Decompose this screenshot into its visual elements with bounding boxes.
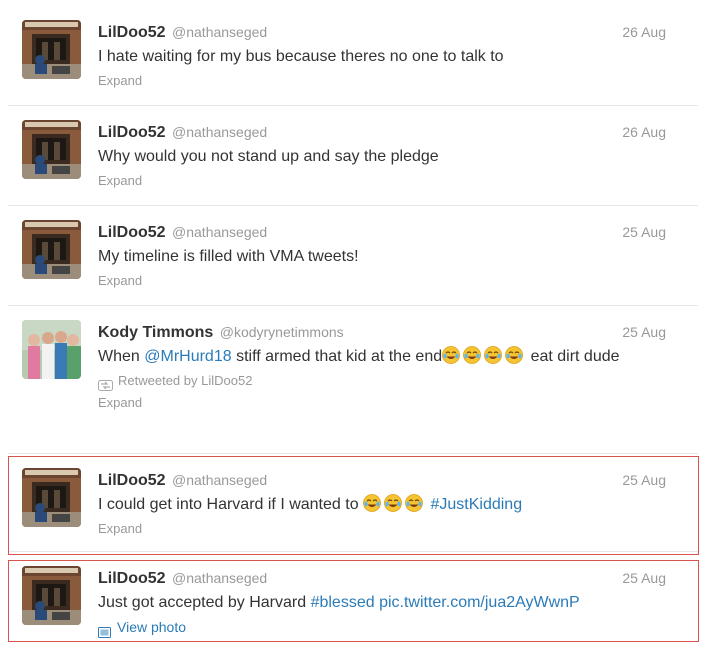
laughing-crying-emoji-icon — [505, 346, 524, 364]
tweet-fullname[interactable]: LilDoo52 — [98, 570, 166, 587]
tweet-text-part: When — [98, 348, 145, 365]
tweet-username[interactable]: @kodyrynetimmons — [220, 324, 344, 340]
laughing-crying-emoji-icon — [405, 494, 424, 512]
tweet-fullname[interactable]: LilDoo52 — [98, 472, 166, 489]
tweet-timestamp[interactable]: 25 Aug — [622, 566, 666, 590]
tweet-username[interactable]: @nathanseged — [172, 472, 267, 488]
tweet[interactable]: LilDoo52 @nathanseged 25 Aug I could get… — [8, 454, 698, 552]
tweet-text: Why would you not stand up and say the p… — [98, 148, 439, 165]
tweet-text-part: Just got accepted by Harvard — [98, 594, 311, 611]
expand-link[interactable]: Expand — [98, 518, 666, 540]
tweet-username[interactable]: @nathanseged — [172, 224, 267, 240]
avatar-image — [22, 566, 81, 625]
tweet-fullname[interactable]: LilDoo52 — [98, 224, 166, 241]
tweet-text: I hate waiting for my bus because theres… — [98, 48, 504, 65]
laughing-crying-emoji-icon — [463, 346, 482, 364]
avatar-image — [22, 120, 81, 179]
avatar-image — [22, 320, 81, 379]
avatar[interactable] — [22, 120, 81, 179]
tweet-timestamp[interactable]: 25 Aug — [622, 220, 666, 244]
avatar[interactable] — [22, 220, 81, 279]
expand-link[interactable]: Expand — [98, 392, 666, 414]
photo-icon — [98, 622, 111, 638]
retweet-context[interactable]: Retweeted by LilDoo52 — [98, 370, 666, 392]
view-photo-link[interactable]: View photo — [98, 616, 666, 638]
tweet-text: Just got accepted by Harvard #blessed pi… — [98, 591, 673, 614]
tweet-text-part: I could get into Harvard if I wanted to — [98, 496, 364, 513]
tweet-username[interactable]: @nathanseged — [172, 570, 267, 586]
view-photo-label: View photo — [117, 619, 187, 635]
expand-link[interactable]: Expand — [98, 170, 666, 192]
avatar[interactable] — [22, 20, 81, 79]
tweet-text-part: stiff armed that kid at the end — [231, 348, 443, 365]
laughing-crying-emoji-icon — [384, 494, 403, 512]
avatar[interactable] — [22, 468, 81, 527]
tweet-username[interactable]: @nathanseged — [172, 24, 267, 40]
hashtag-link[interactable]: #blessed — [311, 594, 375, 611]
retweeted-by-label: Retweeted by LilDoo52 — [118, 373, 253, 388]
tweet[interactable]: LilDoo52 @nathanseged 26 Aug Why would y… — [8, 106, 698, 206]
tweet-username[interactable]: @nathanseged — [172, 124, 267, 140]
tweet[interactable]: LilDoo52 @nathanseged 26 Aug I hate wait… — [8, 6, 698, 106]
tweet-timestamp[interactable]: 26 Aug — [622, 20, 666, 44]
tweet[interactable]: LilDoo52 @nathanseged 25 Aug My timeline… — [8, 206, 698, 306]
laughing-crying-emoji-icon — [363, 494, 382, 512]
hashtag-link[interactable]: #JustKidding — [430, 496, 522, 513]
tweet-timestamp[interactable]: 25 Aug — [622, 468, 666, 492]
retweet-icon — [98, 376, 113, 391]
laughing-crying-emoji-icon — [484, 346, 503, 364]
tweet-text-part: eat dirt dude — [526, 348, 620, 365]
tweet-text: My timeline is filled with VMA tweets! — [98, 248, 359, 265]
avatar-image — [22, 20, 81, 79]
expand-link[interactable]: Expand — [98, 70, 666, 92]
mention-link[interactable]: @MrHurd18 — [144, 348, 231, 365]
tweet-fullname[interactable]: LilDoo52 — [98, 124, 166, 141]
avatar-image — [22, 220, 81, 279]
expand-link[interactable]: Expand — [98, 270, 666, 292]
avatar[interactable] — [22, 320, 81, 379]
tweet-fullname[interactable]: LilDoo52 — [98, 24, 166, 41]
tweet-fullname[interactable]: Kody Timmons — [98, 324, 213, 341]
photo-link[interactable]: pic.twitter.com/jua2AyWwnP — [379, 594, 580, 611]
avatar[interactable] — [22, 566, 81, 625]
tweet[interactable]: Kody Timmons @kodyrynetimmons 25 Aug Whe… — [8, 306, 698, 454]
laughing-crying-emoji-icon — [442, 346, 461, 364]
tweet[interactable]: LilDoo52 @nathanseged 25 Aug Just got ac… — [8, 552, 698, 644]
tweet-timestamp[interactable]: 25 Aug — [622, 320, 666, 344]
tweet-timestamp[interactable]: 26 Aug — [622, 120, 666, 144]
avatar-image — [22, 468, 81, 527]
tweet-text: When @MrHurd18 stiff armed that kid at t… — [98, 345, 673, 368]
tweet-text: I could get into Harvard if I wanted to … — [98, 493, 673, 516]
tweet-feed: LilDoo52 @nathanseged 26 Aug I hate wait… — [8, 6, 698, 644]
